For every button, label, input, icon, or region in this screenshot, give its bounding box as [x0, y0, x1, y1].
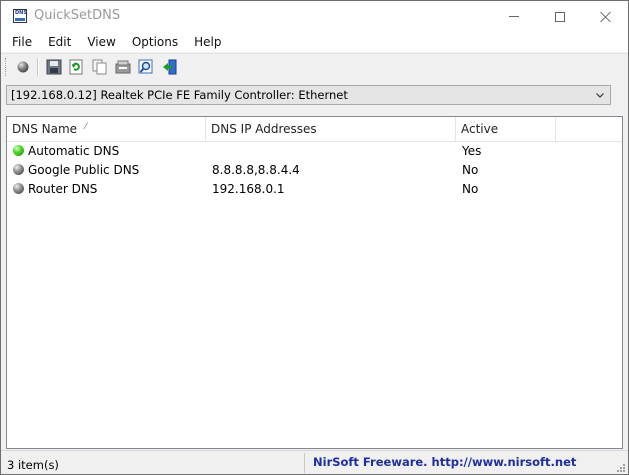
menu-edit[interactable]: Edit — [38, 32, 77, 52]
menu-help[interactable]: Help — [184, 32, 227, 52]
toolbar-refresh-button[interactable] — [67, 58, 85, 76]
maximize-button[interactable] — [537, 1, 583, 32]
menu-view[interactable]: View — [77, 32, 121, 52]
status-nirsoft-panel: NirSoft Freeware. http://www.nirsoft.net — [306, 453, 628, 473]
table-row[interactable]: Google Public DNS 8.8.8.8,8.8.4.4 No — [7, 161, 622, 180]
adapter-selected-value: [192.168.0.12] Realtek PCIe FE Family Co… — [11, 88, 348, 102]
menu-options[interactable]: Options — [122, 32, 184, 52]
active-cell: Yes — [462, 144, 482, 158]
main-window: DNS QuickSetDNS File Edit View Options H… — [0, 0, 629, 475]
nirsoft-link[interactable]: NirSoft Freeware. http://www.nirsoft.net — [313, 455, 576, 469]
active-cell: No — [462, 163, 479, 177]
inactive-status-icon — [13, 183, 24, 194]
chevron-down-icon — [596, 93, 604, 98]
active-status-icon — [13, 145, 24, 156]
toolbar-properties-button[interactable] — [114, 58, 132, 76]
close-button[interactable] — [583, 1, 628, 32]
close-icon — [600, 11, 612, 23]
find-icon — [138, 59, 153, 74]
refresh-icon — [69, 59, 83, 75]
network-adapter-dropdown[interactable]: [192.168.0.12] Realtek PCIe FE Family Co… — [6, 85, 611, 105]
toolbar-exit-button[interactable] — [161, 58, 179, 76]
dns-name-cell: Google Public DNS — [28, 163, 140, 177]
active-cell: No — [462, 182, 479, 196]
exit-icon — [163, 59, 177, 75]
properties-icon — [115, 60, 131, 74]
sort-indicator-icon: ⁄ — [85, 122, 87, 132]
minimize-button[interactable] — [491, 1, 537, 32]
dns-ip-cell: 192.168.0.1 — [212, 182, 285, 196]
dns-ip-cell: 8.8.8.8,8.8.4.4 — [212, 163, 300, 177]
column-header-dns-name[interactable]: DNS Name ⁄ — [7, 117, 206, 141]
inactive-status-icon — [13, 164, 24, 175]
dns-name-cell: Automatic DNS — [28, 144, 120, 158]
list-header: DNS Name ⁄ DNS IP Addresses Active — [7, 117, 622, 142]
column-header-active[interactable]: Active — [456, 117, 556, 141]
toolbar — [1, 53, 628, 80]
toolbar-set-button[interactable] — [14, 58, 32, 76]
window-title: QuickSetDNS — [34, 8, 121, 23]
resize-grip-icon[interactable] — [616, 463, 626, 473]
maximize-icon — [555, 11, 565, 22]
gray-circle-icon — [17, 61, 29, 73]
dns-name-cell: Router DNS — [28, 182, 98, 196]
toolbar-grip — [5, 58, 9, 76]
toolbar-copy-button[interactable] — [90, 58, 108, 76]
table-row[interactable]: Automatic DNS Yes — [7, 142, 622, 161]
toolbar-find-button[interactable] — [137, 58, 155, 76]
minimize-icon — [509, 16, 519, 17]
status-bar: 3 item(s) NirSoft Freeware. http://www.n… — [1, 450, 628, 474]
menu-bar: File Edit View Options Help — [1, 32, 628, 52]
save-icon — [46, 59, 62, 75]
menu-file[interactable]: File — [1, 32, 38, 52]
status-item-count: 3 item(s) — [1, 453, 305, 473]
table-row[interactable]: Router DNS 192.168.0.1 No — [7, 180, 622, 199]
toolbar-save-button[interactable] — [45, 58, 63, 76]
dns-list[interactable]: DNS Name ⁄ DNS IP Addresses Active Autom… — [6, 116, 623, 449]
toolbar-separator — [37, 58, 39, 76]
title-bar[interactable]: DNS QuickSetDNS — [1, 1, 628, 32]
dns-app-icon: DNS — [13, 9, 27, 23]
copy-icon — [92, 59, 107, 75]
column-header-dns-ip[interactable]: DNS IP Addresses — [206, 117, 456, 141]
